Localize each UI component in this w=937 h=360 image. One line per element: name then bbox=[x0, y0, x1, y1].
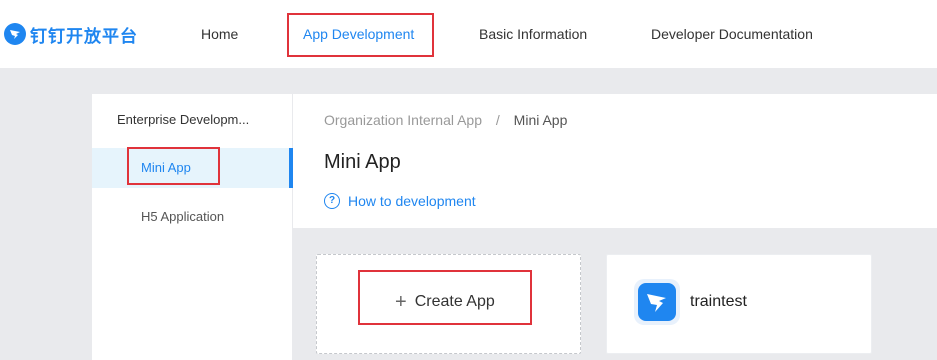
nav-basic-information[interactable]: Basic Information bbox=[479, 26, 587, 42]
dingtalk-icon bbox=[634, 279, 680, 325]
breadcrumb: Organization Internal App / Mini App bbox=[324, 112, 567, 128]
how-to-development-link[interactable]: ? How to development bbox=[324, 193, 476, 209]
logo-text: 钉钉开放平台 bbox=[30, 26, 138, 46]
nav-home[interactable]: Home bbox=[201, 26, 238, 42]
breadcrumb-parent[interactable]: Organization Internal App bbox=[324, 112, 482, 128]
page-title: Mini App bbox=[324, 151, 401, 173]
sidebar-item-label: Mini App bbox=[141, 160, 191, 175]
create-app-label: Create App bbox=[414, 293, 495, 310]
breadcrumb-separator: / bbox=[495, 112, 500, 128]
breadcrumb-current: Mini App bbox=[513, 112, 568, 128]
nav-developer-documentation[interactable]: Developer Documentation bbox=[651, 26, 813, 42]
app-name: traintest bbox=[690, 293, 747, 310]
nav-app-development[interactable]: App Development bbox=[303, 26, 414, 42]
question-circle-icon: ? bbox=[324, 193, 340, 209]
plus-icon: + bbox=[395, 291, 407, 313]
sidebar-item-label: H5 Application bbox=[141, 209, 225, 224]
how-to-development-label: How to development bbox=[348, 193, 476, 209]
app-card-traintest[interactable]: traintest bbox=[606, 254, 872, 354]
sidebar-item-mini-app[interactable]: Mini App bbox=[92, 148, 293, 188]
content-header: Organization Internal App / Mini App Min… bbox=[293, 94, 937, 228]
create-app-card[interactable]: + Create App bbox=[316, 254, 581, 354]
dingtalk-logo-icon bbox=[4, 23, 26, 45]
top-navigation-bar: 钉钉开放平台 Home App Development Basic Inform… bbox=[0, 0, 937, 68]
sidebar-item-h5-application[interactable]: H5 Application bbox=[92, 197, 292, 237]
create-app-button[interactable]: + Create App bbox=[395, 291, 495, 313]
dingtalk-open-platform-logo[interactable]: 钉钉开放平台 bbox=[4, 22, 138, 46]
sidebar-section-title[interactable]: Enterprise Developm... bbox=[117, 112, 249, 127]
